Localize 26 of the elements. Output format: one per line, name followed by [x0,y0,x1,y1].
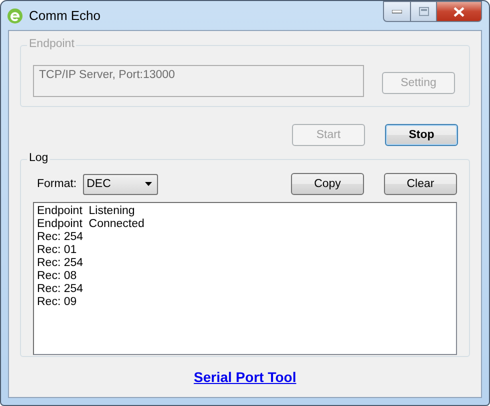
format-dropdown[interactable]: DEC [82,174,158,194]
action-button[interactable]: Stop [385,124,458,146]
log-line: Rec: 254 [37,231,84,244]
group-label: Endpoint [27,38,76,50]
log-line: Endpoint Connected [37,218,146,231]
log-line: Endpoint Listening [37,205,136,218]
dropdown-caret-icon [144,182,152,186]
close-icon [453,6,465,16]
tool-link[interactable]: Serial Port Tool [194,369,296,385]
minimize-icon [392,10,402,14]
maximize-button[interactable] [411,1,437,22]
log-button[interactable]: Clear [384,173,457,195]
minimize-button[interactable] [383,1,411,22]
window-title: Comm Echo [29,8,101,23]
log-line: Rec: 09 [37,296,78,309]
format-label: Format: [37,178,77,190]
close-button[interactable] [437,1,482,22]
app-logo-icon [7,8,23,24]
log-line: Rec: 254 [37,283,84,296]
log-line: Rec: 01 [37,244,78,257]
log-button[interactable]: Copy [291,173,364,195]
maximize-icon [418,7,428,16]
log-line: Rec: 08 [37,270,78,283]
group-label: Log [27,152,50,164]
log-line: Rec: 254 [37,257,84,270]
log-output[interactable]: Endpoint Listening Endpoint Connected Rec: 254 Rec: 01 Rec: 254 Rec: 08 Rec: 254 Rec: 09 [33,202,457,355]
